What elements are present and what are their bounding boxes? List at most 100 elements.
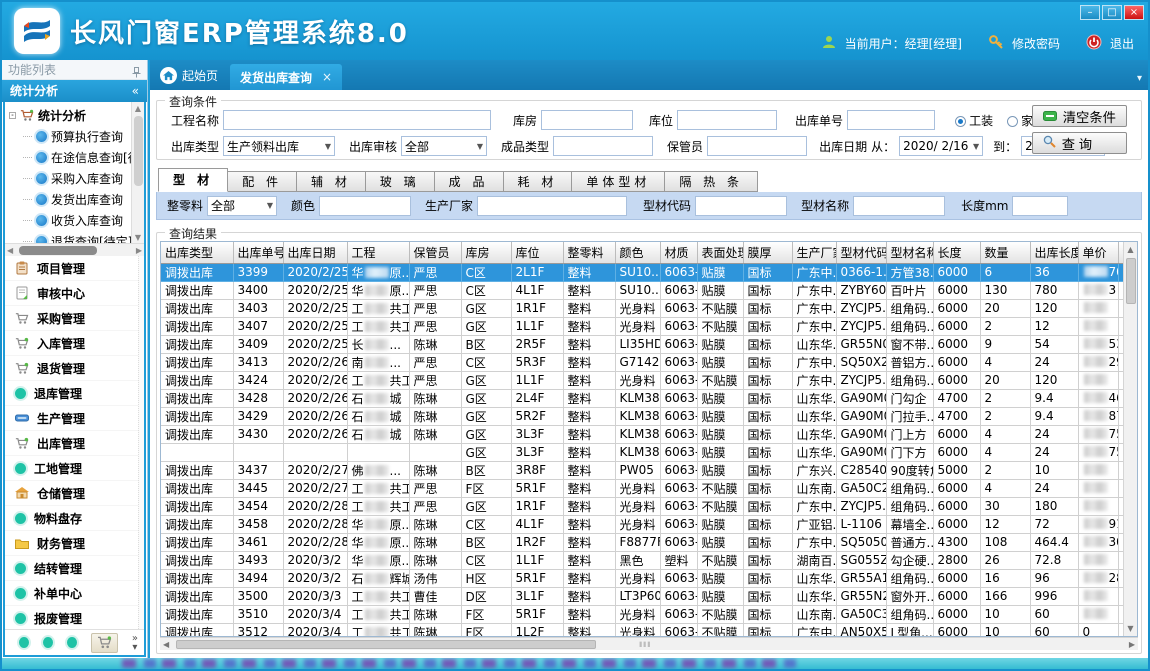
keeper-input[interactable] [707, 136, 807, 156]
sidebar-item-退库管理[interactable]: 退库管理 [5, 381, 144, 406]
column-header[interactable]: 出库日期 [283, 242, 347, 263]
grid-horizontal-scrollbar[interactable]: ◀⦀⦀⦀▶ [160, 637, 1138, 650]
table-row[interactable]: 调拨出库35002020/3/3工共工程曹佳D区3L1F整料LT3P606063… [161, 587, 1123, 605]
material-tab[interactable]: 玻 璃 [366, 171, 435, 192]
column-header[interactable]: 长度 [933, 242, 980, 263]
tree-root-statistics[interactable]: - 统计分析 [9, 105, 144, 126]
change-password-link[interactable]: 修改密码 [1012, 35, 1060, 52]
table-row[interactable]: 调拨出库34302020/2/26石城陈琳G区3L3F整料KLM38176063… [161, 425, 1123, 443]
sidebar-item-仓储管理[interactable]: 仓储管理 [5, 481, 144, 506]
column-header[interactable]: 出库类型 [161, 242, 233, 263]
material-tab[interactable]: 型 材 [158, 168, 228, 192]
dot-icon[interactable] [19, 637, 29, 648]
tree-vertical-scrollbar[interactable]: ▲▼ [131, 102, 144, 243]
table-row[interactable]: 调拨出库34372020/2/27佛...陈琳B区3R8F整料PW056063-… [161, 461, 1123, 479]
sidebar-item-结转管理[interactable]: 结转管理 [5, 556, 144, 581]
project-name-input[interactable] [223, 110, 491, 130]
color-input[interactable] [319, 196, 411, 216]
logout-link[interactable]: 退出 [1110, 35, 1134, 52]
table-row[interactable]: 调拨出库35102020/3/4工共工程陈琳F区5R1F整料光身料6063-T5… [161, 605, 1123, 623]
column-header[interactable]: 颜色 [615, 242, 660, 263]
sidebar-item-报废管理[interactable]: 报废管理 [5, 606, 144, 629]
tree-item[interactable]: 发货出库查询 [9, 189, 144, 210]
profile-name-input[interactable] [853, 196, 945, 216]
tree-item[interactable]: 退货查询[待定] [9, 231, 144, 243]
out-no-input[interactable] [847, 110, 935, 130]
column-header[interactable]: 型材名称 [886, 242, 933, 263]
column-header[interactable]: 数量 [980, 242, 1030, 263]
column-header[interactable]: 生产厂家 [792, 242, 836, 263]
warehouse-input[interactable] [541, 110, 633, 130]
material-tab[interactable]: 成 品 [435, 171, 504, 192]
column-header[interactable]: 保管员 [409, 242, 461, 263]
tab-close-icon[interactable]: × [322, 70, 332, 84]
sidebar-item-工地管理[interactable]: 工地管理 [5, 456, 144, 481]
column-header[interactable]: 库位 [511, 242, 563, 263]
tree-item[interactable]: 预算执行查询 [9, 126, 144, 147]
material-tab[interactable]: 耗 材 [504, 171, 573, 192]
sidebar-item-财务管理[interactable]: 财务管理 [5, 531, 144, 556]
sidebar-item-退货管理[interactable]: 退货管理 [5, 356, 144, 381]
dot-icon[interactable] [67, 637, 77, 648]
maximize-button[interactable]: □ [1102, 5, 1122, 20]
tab-shipping-outbound-query[interactable]: 发货出库查询 × [230, 64, 342, 90]
grid-vertical-scrollbar[interactable]: ▲ ▼ [1123, 242, 1137, 636]
table-row[interactable]: G区3L3F整料KLM38176063-T5贴膜国标山东华...GA90M09.… [161, 443, 1123, 461]
table-row[interactable]: 调拨出库34072020/2/25工共工程严思G区1L1F整料光身料6063-T… [161, 317, 1123, 335]
sidebar-item-补单中心[interactable]: 补单中心 [5, 581, 144, 606]
column-header[interactable]: 型材代码 [836, 242, 886, 263]
collapse-icon[interactable]: « [132, 80, 139, 102]
product-type-input[interactable] [553, 136, 653, 156]
table-row[interactable]: 调拨出库34242020/2/26工共工程严思G区1L1F整料光身料6063-T… [161, 371, 1123, 389]
table-row[interactable]: 调拨出库34612020/2/28华原...陈琳B区1R2F整料F8877FT6… [161, 533, 1123, 551]
tree-expander-icon[interactable]: - [9, 112, 16, 119]
tree-item[interactable]: 收货入库查询 [9, 210, 144, 231]
column-header[interactable]: 表面处理 [697, 242, 743, 263]
table-row[interactable]: 调拨出库34942020/3/2石辉城汤伟H区5R1F整料光身料6063-T5贴… [161, 569, 1123, 587]
out-audit-select[interactable]: 全部▼ [401, 136, 487, 156]
sidebar-item-物料盘存[interactable]: 物料盘存 [5, 506, 144, 531]
table-row[interactable]: 调拨出库33992020/2/25华原...严思C区2L1F整料SU10...6… [161, 263, 1123, 281]
radio-gongzhuang[interactable]: 工装 [955, 112, 993, 129]
column-header[interactable]: 库房 [461, 242, 511, 263]
sidebar-overflow-button[interactable]: »▾ [132, 634, 138, 652]
profile-code-input[interactable] [695, 196, 787, 216]
length-input[interactable] [1012, 196, 1068, 216]
column-header[interactable]: 整零料 [563, 242, 615, 263]
table-row[interactable]: 调拨出库34452020/2/27工共工程严思F区5R1F整料光身料6063-T… [161, 479, 1123, 497]
column-header[interactable]: 出库单号 [233, 242, 283, 263]
sidebar-item-生产管理[interactable]: 生产管理 [5, 406, 144, 431]
dot-icon[interactable] [43, 637, 53, 648]
tab-home[interactable]: 起始页 [150, 67, 230, 90]
sidebar-item-项目管理[interactable]: 项目管理 [5, 256, 144, 281]
table-row[interactable]: 调拨出库34002020/2/25华原...严思C区4L1F整料SU10...6… [161, 281, 1123, 299]
out-type-select[interactable]: 生产领料出库▼ [223, 136, 335, 156]
cart-button[interactable] [91, 633, 118, 653]
column-header[interactable]: 单价 [1078, 242, 1118, 263]
column-header[interactable]: 膜厚 [743, 242, 792, 263]
sidebar-item-出库管理[interactable]: 出库管理 [5, 431, 144, 456]
table-row[interactable]: 调拨出库35122020/3/4工共工程陈琳F区1L2F整料光身料6063-T5… [161, 623, 1123, 636]
sidebar-item-采购管理[interactable]: 采购管理 [5, 306, 144, 331]
table-row[interactable]: 调拨出库34132020/2/26南...严思C区5R3F整料G71422606… [161, 353, 1123, 371]
search-button[interactable]: 查 询 [1032, 132, 1127, 154]
tree-item[interactable]: 在途信息查询[待 [9, 147, 144, 168]
minimize-button[interactable]: – [1080, 5, 1100, 20]
menu-scrollbar[interactable] [138, 256, 144, 629]
table-row[interactable]: 调拨出库34932020/3/2华原...陈琳C区1L1F整料黑色塑料不贴膜国标… [161, 551, 1123, 569]
column-header[interactable]: 材质 [660, 242, 697, 263]
material-tab[interactable]: 单体型材 [572, 171, 665, 192]
date-from-select[interactable]: 2020/ 2/16▼ [899, 136, 983, 156]
sidebar-item-入库管理[interactable]: 入库管理 [5, 331, 144, 356]
material-tab[interactable]: 辅 材 [297, 171, 366, 192]
tab-list-caret-icon[interactable]: ▾ [1137, 73, 1142, 84]
material-tab[interactable]: 隔 热 条 [665, 171, 758, 192]
sidebar-item-审核中心[interactable]: 审核中心 [5, 281, 144, 306]
whole-part-select[interactable]: 全部▼ [207, 196, 277, 216]
sidebar-section-header[interactable]: 统计分析 « [2, 80, 147, 102]
location-input[interactable] [677, 110, 777, 130]
material-tab[interactable]: 配 件 [228, 171, 297, 192]
table-row[interactable]: 调拨出库34032020/2/25工共工程严思G区1R1F整料光身料6063-T… [161, 299, 1123, 317]
clear-conditions-button[interactable]: 清空条件 [1032, 105, 1127, 127]
table-row[interactable]: 调拨出库34092020/2/25长...陈琳B区2R5F整料LI35HD606… [161, 335, 1123, 353]
